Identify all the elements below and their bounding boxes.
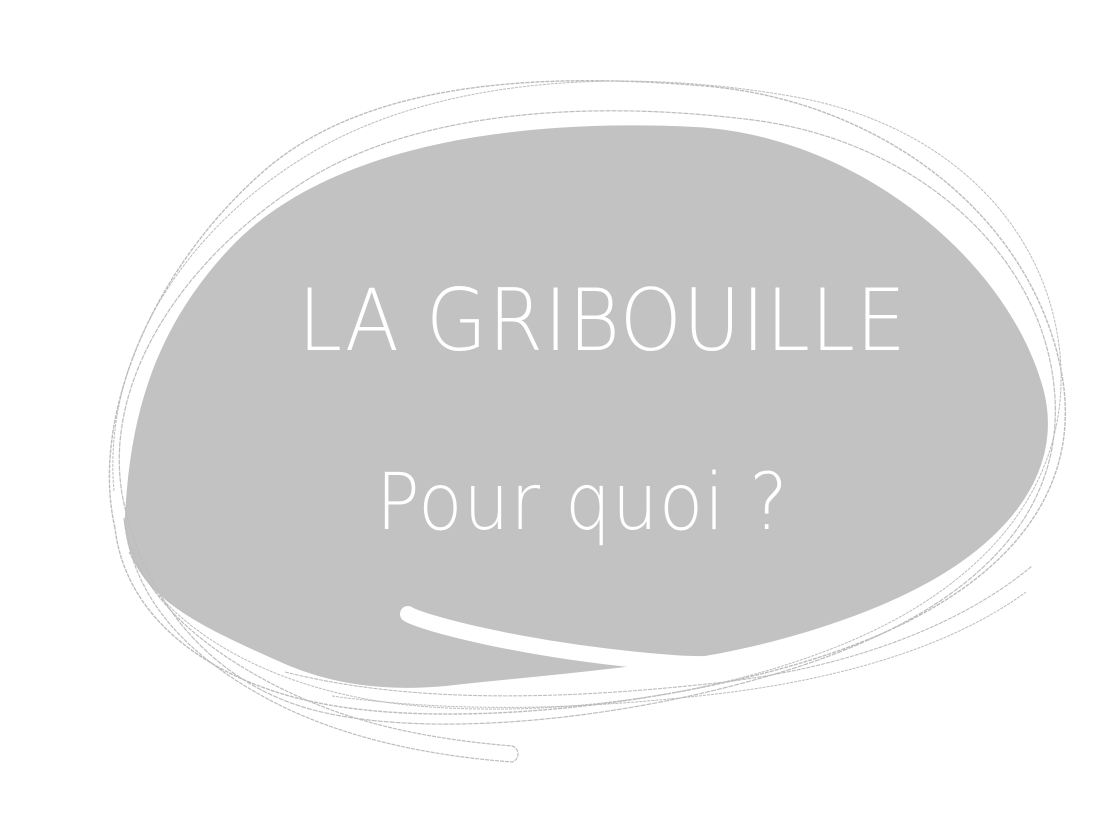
logo-subtitle: Pour quoi ? — [376, 458, 789, 548]
speech-bubble-scribble-icon — [108, 80, 1066, 763]
logo-canvas: LA GRIBOUILLE Pour quoi ? — [0, 0, 1117, 822]
logo-title: LA GRIBOUILLE — [298, 271, 907, 371]
